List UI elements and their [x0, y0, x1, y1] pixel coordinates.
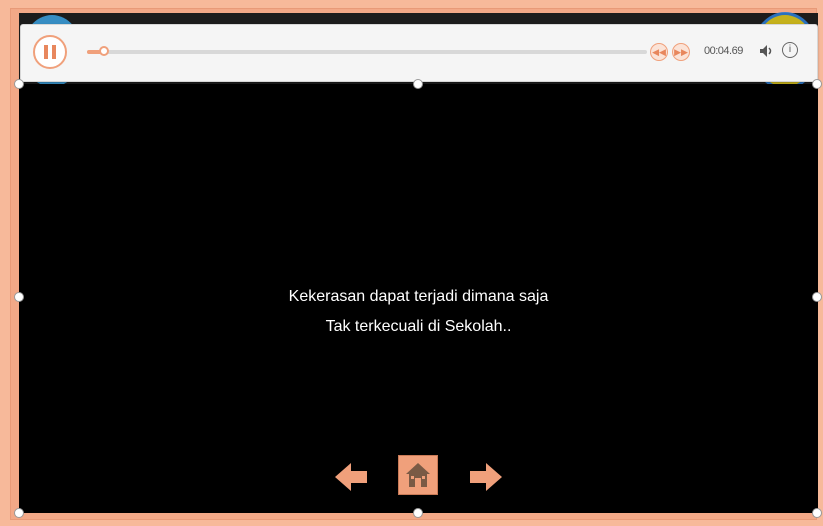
caption-line-1: Kekerasan dapat terjadi dimana saja [288, 288, 549, 305]
info-icon: i [788, 44, 792, 55]
forward-icon: ▶▶ [674, 47, 688, 57]
media-player-bar: ◀◀ ▶▶ 00:04.69 i [20, 24, 818, 82]
prev-button[interactable] [333, 459, 369, 495]
pause-icon [44, 45, 48, 59]
slide-caption: Kekerasan dapat terjadi dimana saja Tak … [19, 282, 818, 342]
resize-handle-bottom-right[interactable] [812, 508, 822, 518]
resize-handle-bottom[interactable] [413, 508, 423, 518]
resize-handle-top-right[interactable] [812, 79, 822, 89]
resize-handle-top[interactable] [413, 79, 423, 89]
progress-track [87, 50, 647, 54]
arrow-right-icon [470, 463, 502, 491]
progress-knob[interactable] [98, 46, 109, 56]
resize-handle-right[interactable] [812, 292, 822, 302]
pause-button[interactable] [33, 35, 67, 69]
caption-line-2: Tak terkecuali di Sekolah.. [325, 318, 512, 335]
home-icon [406, 463, 430, 487]
resize-handle-bottom-left[interactable] [14, 508, 24, 518]
resize-handle-top-left[interactable] [14, 79, 24, 89]
arrow-left-icon [335, 463, 367, 491]
volume-button[interactable] [758, 42, 776, 60]
volume-icon [760, 45, 772, 57]
forward-button[interactable]: ▶▶ [672, 43, 690, 61]
rewind-icon: ◀◀ [652, 47, 666, 57]
next-button[interactable] [468, 459, 504, 495]
rewind-button[interactable]: ◀◀ [650, 43, 668, 61]
info-button[interactable]: i [782, 42, 798, 58]
time-display: 00:04.69 [704, 45, 743, 57]
home-button[interactable] [398, 455, 438, 495]
progress-bar[interactable] [87, 46, 647, 56]
resize-handle-left[interactable] [14, 292, 24, 302]
